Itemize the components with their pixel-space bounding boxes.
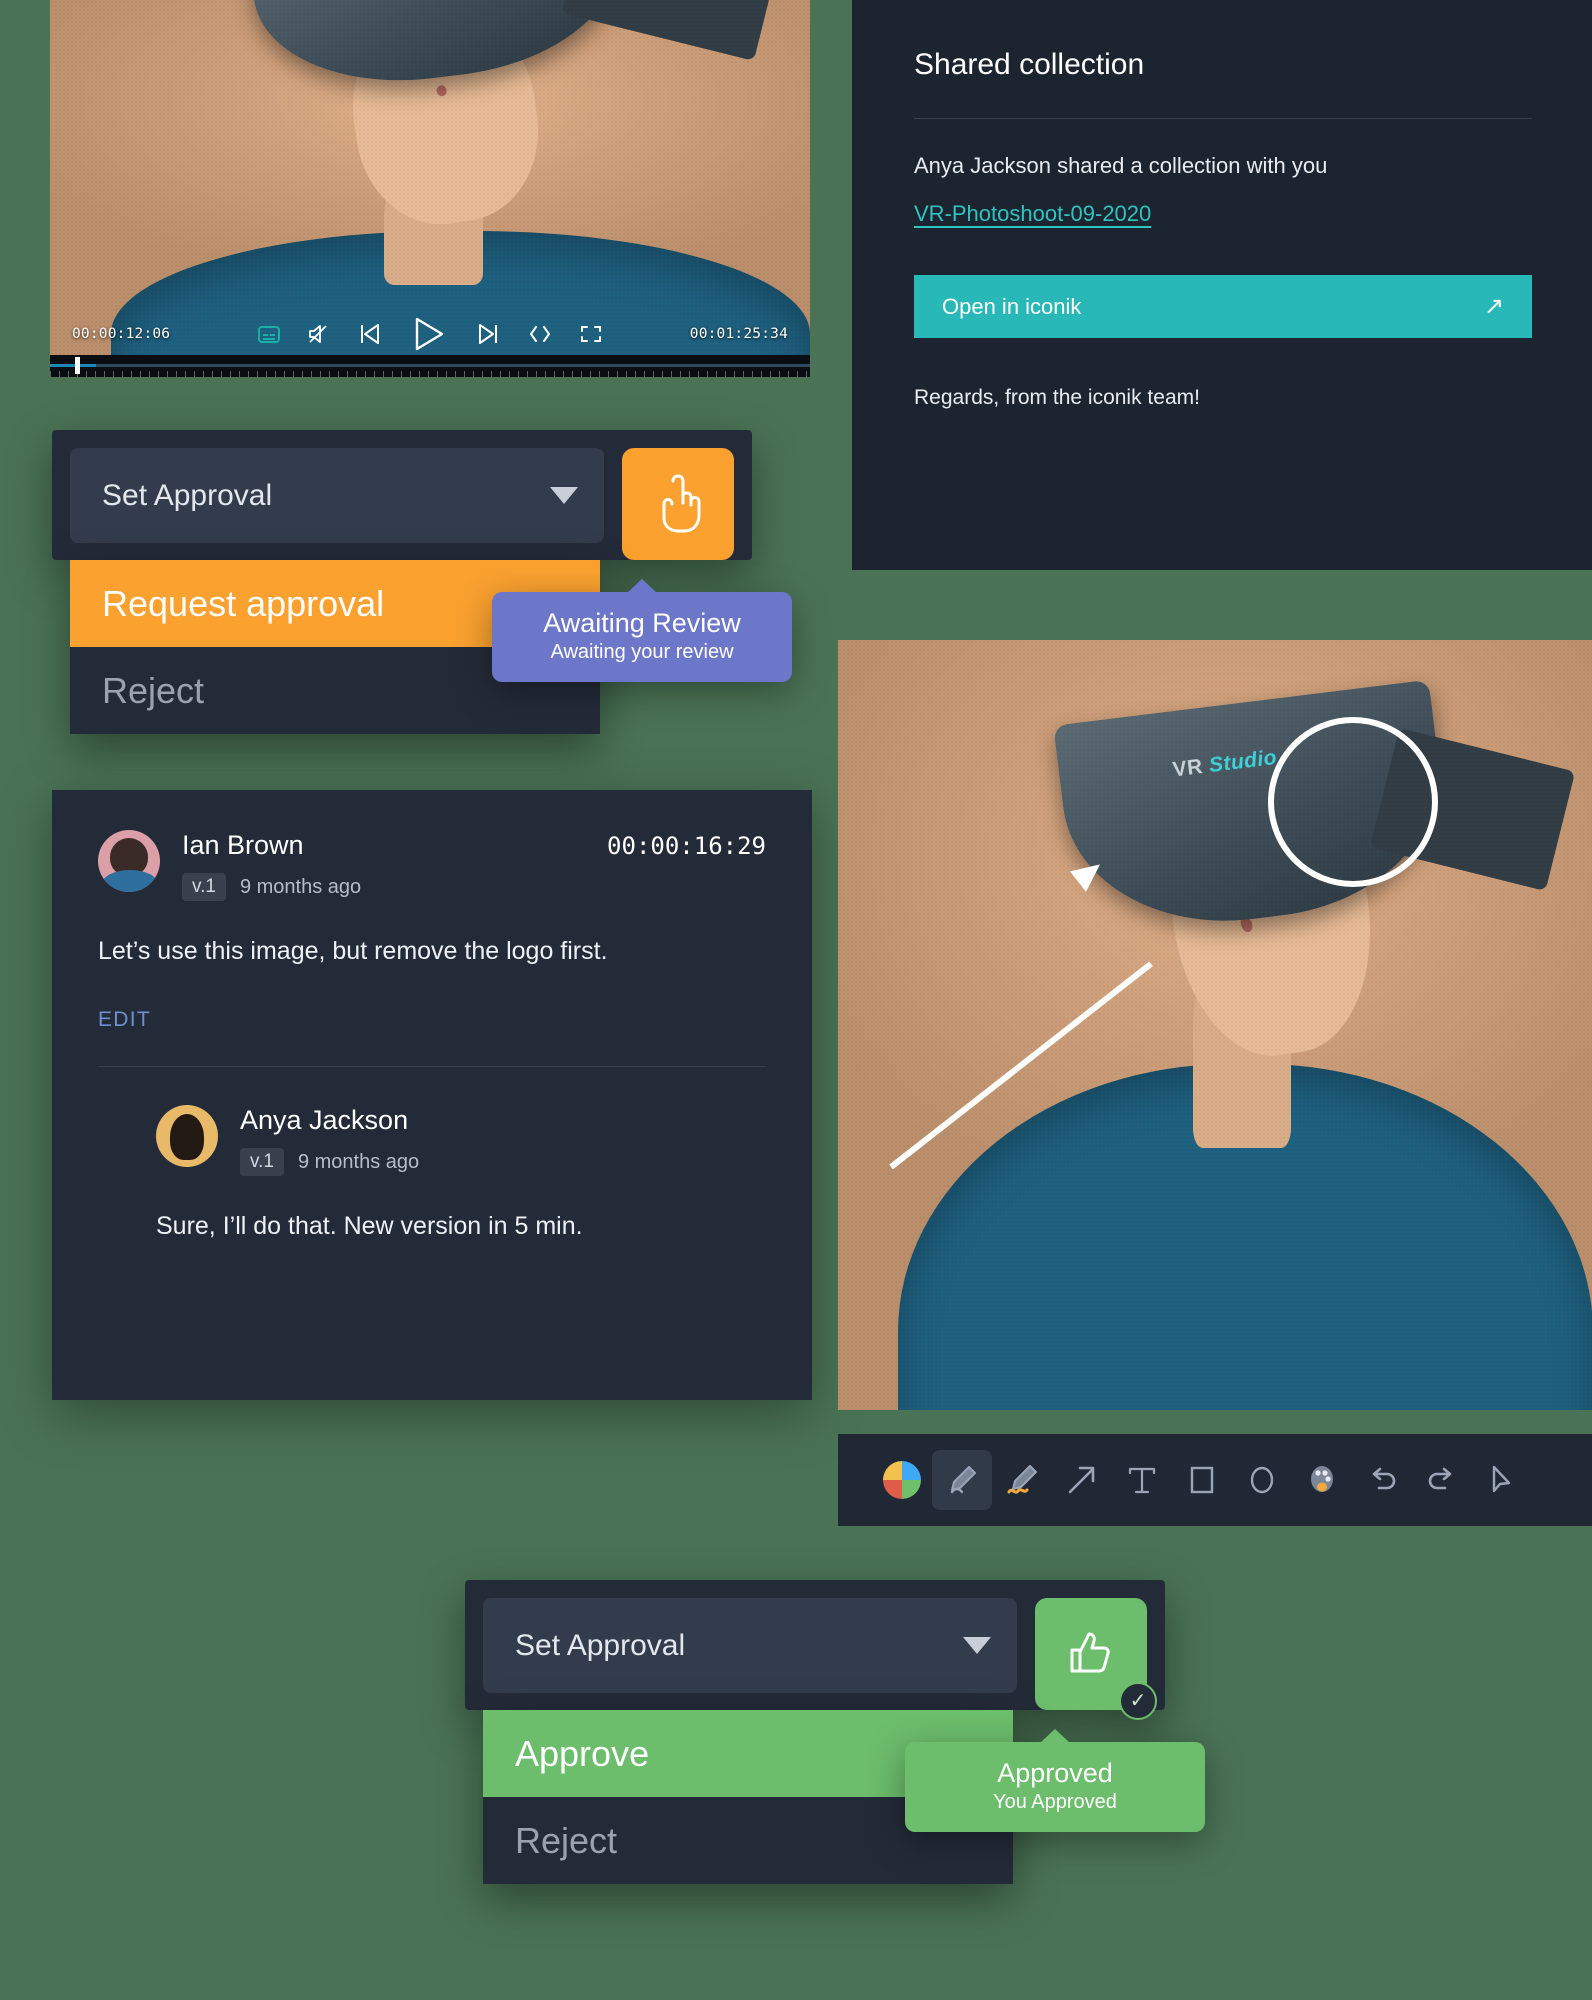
rectangle-icon[interactable] [1172,1450,1232,1510]
request-approval-button[interactable] [622,448,734,560]
set-approval-label-approved: Set Approval [515,1628,686,1662]
tooltip-notch [627,579,657,593]
approval-widget-approved[interactable]: Set Approval ✓ Approve Reject Approved Y… [465,1580,1205,1884]
tooltip-title-awaiting: Awaiting Review [543,608,741,638]
headset-logo-studio: Studio [1207,745,1278,778]
reply-age: 9 months ago [297,1150,420,1173]
collection-link[interactable]: VR-Photoshoot-09-2020 [914,201,1151,227]
subject-lips [434,83,448,98]
pointing-hand-icon [662,474,701,533]
shared-collection-email: Shared collection Anya Jackson shared a … [852,0,1592,570]
scrubber-ticks [50,371,810,377]
step-forward-icon[interactable] [474,322,500,346]
cursor-icon[interactable] [1472,1450,1532,1510]
reply-text: Sure, I’ll do that. New version in 5 min… [156,1212,583,1240]
check-circle-icon: ✓ [1119,1682,1157,1720]
duration-timecode: 00:01:25:34 [689,326,788,342]
chevron-down-icon [963,1637,991,1654]
tooltip-title-approved: Approved [997,1758,1113,1788]
text-icon[interactable] [1112,1450,1172,1510]
palette-icon[interactable] [1292,1450,1352,1510]
color-wheel-icon[interactable] [872,1450,932,1510]
set-approval-select-pending[interactable]: Set Approval [70,448,604,543]
comments-panel: Ian Brown 00:00:16:29 v.1 9 months ago L… [52,790,812,1400]
redo-icon[interactable] [1412,1450,1472,1510]
awaiting-review-tooltip: Awaiting Review Awaiting your review [492,579,792,683]
mute-icon[interactable] [308,324,330,344]
comment-version-badge: v.1 [182,873,226,901]
color-wheel-swatch [883,1461,921,1499]
headset-logo-vr: VR [1170,754,1204,782]
step-back-icon[interactable] [358,322,384,346]
external-link-arrow-icon: ↗ [1483,292,1504,320]
email-divider [914,118,1532,119]
current-timecode: 00:00:12:06 [72,326,171,342]
video-controls[interactable]: 00:00:12:06 00:01:25:34 [50,313,810,355]
transport-controls[interactable] [170,316,690,352]
set-approval-select-approved[interactable]: Set Approval [483,1598,1017,1693]
tooltip-subtitle-approved: You Approved [993,1791,1117,1814]
closed-captions-icon[interactable] [258,325,280,343]
screenshot-root: VR Studio 00:00:12:06 [0,0,1592,2000]
comment-age: 9 months ago [239,875,362,898]
play-icon[interactable] [412,316,446,352]
tooltip-subtitle-awaiting: Awaiting your review [550,641,734,664]
open-in-iconik-button[interactable]: Open in iconik ↗ [914,275,1532,338]
comment-divider [98,1066,766,1067]
comment-primary: Ian Brown 00:00:16:29 v.1 9 months ago [98,830,766,901]
headset-strap [561,0,770,62]
approval-widget-pending[interactable]: Set Approval Request approval Reject Awa… [52,430,792,734]
in-out-points-icon[interactable] [528,325,552,343]
tooltip-notch [1040,1729,1070,1743]
highlighter-icon[interactable] [992,1450,1052,1510]
avatar-ian-brown [98,830,160,892]
thumbs-up-icon [1070,1632,1110,1673]
scrubber-progress [50,364,96,367]
reply-version-badge: v.1 [240,1148,284,1176]
open-in-iconik-label: Open in iconik [942,293,1082,319]
reply-author-name: Anya Jackson [240,1105,409,1135]
undo-icon[interactable] [1352,1450,1412,1510]
arrow-icon[interactable] [1052,1450,1112,1510]
ellipse-icon[interactable] [1232,1450,1292,1510]
comment-author-name: Ian Brown [182,830,304,860]
approve-button[interactable]: ✓ [1035,1598,1157,1720]
video-player[interactable]: VR Studio 00:00:12:06 [50,0,810,377]
avatar-anya-jackson [156,1105,218,1167]
approval-card-pending: Set Approval [52,430,752,560]
annotated-photo-viewer[interactable]: VR Studio [838,640,1592,1410]
scrubber[interactable] [50,355,810,377]
photo-image: VR Studio [838,640,1592,1410]
email-body-text: Anya Jackson shared a collection with yo… [914,153,1328,178]
comment-text: Let’s use this image, but remove the log… [98,937,608,965]
set-approval-label-pending: Set Approval [102,478,273,512]
fullscreen-icon[interactable] [580,325,602,343]
email-title: Shared collection [914,48,1145,81]
comment-timecode: 00:00:16:29 [607,832,766,860]
circle-annotation[interactable] [1268,717,1439,887]
scrubber-track[interactable] [50,364,810,367]
approval-card-approved: Set Approval ✓ [465,1580,1165,1720]
headset-logo: VR Studio [1171,746,1278,783]
comment-edit-link[interactable]: EDIT [98,1008,151,1032]
email-signoff: Regards, from the iconik team! [914,386,1200,409]
chevron-down-icon [550,487,578,504]
marker-pen-icon[interactable] [932,1450,992,1510]
annotation-toolbar[interactable] [838,1434,1592,1526]
comment-reply: Anya Jackson v.1 9 months ago Sure, I’ll… [98,1105,766,1241]
approved-tooltip: Approved You Approved [905,1729,1205,1833]
